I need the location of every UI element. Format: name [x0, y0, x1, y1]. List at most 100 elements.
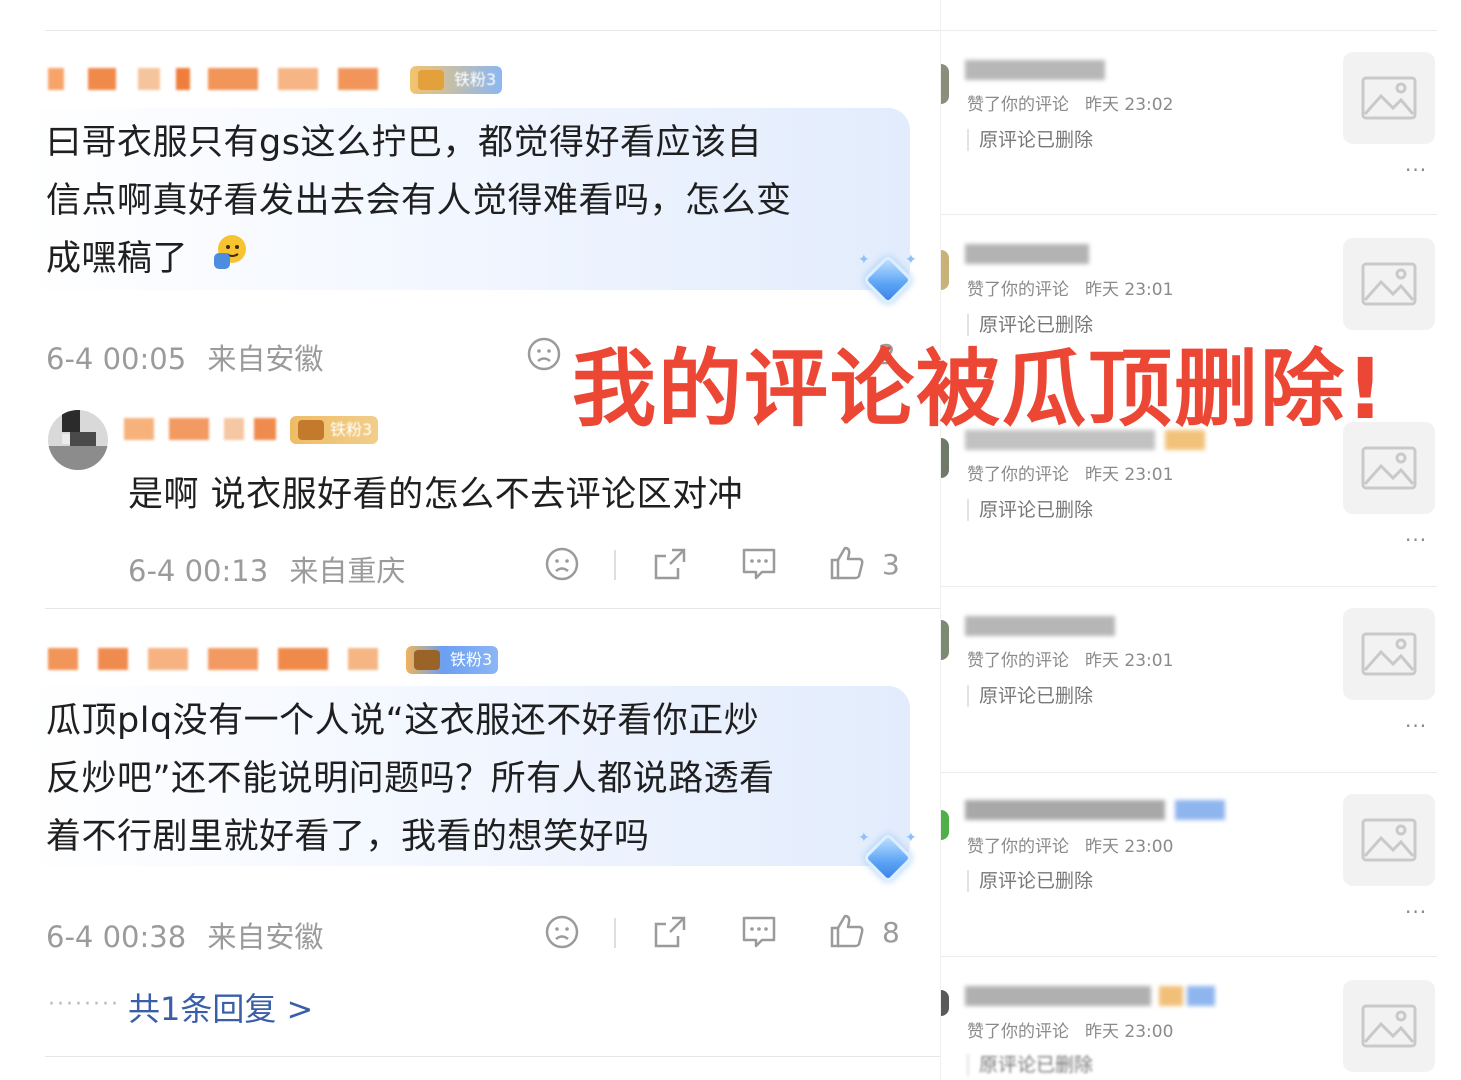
divider	[45, 1056, 940, 1057]
blurred-username[interactable]	[48, 64, 388, 94]
sparkle-icon: ✦	[858, 830, 870, 846]
comment-date: 6-4 00:38	[46, 920, 187, 954]
image-placeholder-icon	[1361, 632, 1417, 676]
more-options-icon[interactable]: ···	[1405, 714, 1427, 738]
fan-badge: 铁粉3	[406, 646, 499, 674]
image-placeholder-icon	[1361, 262, 1417, 306]
comment-meta: 6-4 00:38 来自安徽	[46, 914, 323, 956]
like-thumb-icon[interactable]	[828, 912, 866, 950]
badge-icon	[418, 70, 444, 90]
deleted-comment-quote[interactable]: 原评论已删除	[967, 685, 1093, 707]
notification-action: 赞了你的评论 昨天 23:01	[967, 275, 1173, 300]
comment-meta: 6-4 00:13 来自重庆	[128, 548, 405, 590]
notification-action: 赞了你的评论 昨天 23:02	[967, 90, 1173, 115]
notification-action: 赞了你的评论 昨天 23:00	[967, 1017, 1173, 1042]
badge-icon	[414, 650, 440, 670]
notification-action-text: 赞了你的评论	[967, 465, 1069, 485]
blurred-username[interactable]	[965, 798, 1225, 822]
notification-list-panel: 赞了你的评论 昨天 23:02 原评论已删除 ··· 赞了你的评论 昨天 23:01…	[940, 0, 1461, 1080]
share-icon[interactable]	[652, 546, 688, 582]
deleted-comment-quote[interactable]: 原评论已删除	[967, 129, 1093, 151]
comment-date: 6-4 00:05	[46, 342, 187, 376]
comment-line: 反炒吧”还不能说明问题吗？所有人都说路透看	[46, 759, 775, 799]
avatar[interactable]	[48, 410, 108, 470]
comment-location: 来自安徽	[207, 342, 324, 376]
more-options-icon[interactable]: ···	[1405, 900, 1427, 924]
divider	[941, 772, 1437, 773]
view-replies-link[interactable]: 共1条回复 >	[128, 984, 313, 1030]
blurred-username[interactable]	[965, 614, 1115, 638]
post-thumbnail[interactable]	[1343, 794, 1435, 886]
comment-line: 成嘿稿了	[46, 239, 189, 279]
dislike-face-icon[interactable]	[544, 546, 580, 582]
sparkle-icon: ✦	[905, 830, 917, 846]
notification-action-text: 赞了你的评论	[967, 837, 1069, 857]
deleted-comment-quote[interactable]: 原评论已删除	[967, 499, 1093, 521]
divider	[614, 918, 616, 948]
notification-action-text: 赞了你的评论	[967, 651, 1069, 671]
badge-label: 铁粉3	[450, 650, 493, 669]
more-options-icon[interactable]: ···	[1405, 528, 1427, 552]
divider	[45, 608, 940, 609]
avatar[interactable]	[941, 620, 949, 660]
avatar[interactable]	[941, 990, 949, 1016]
post-thumbnail[interactable]	[1343, 980, 1435, 1072]
deleted-comment-quote[interactable]: 原评论已删除	[967, 870, 1093, 892]
blurred-username[interactable]	[124, 414, 284, 444]
divider	[941, 586, 1437, 587]
notification-action: 赞了你的评论 昨天 23:00	[967, 832, 1173, 857]
notification-time: 昨天 23:02	[1085, 95, 1174, 115]
post-thumbnail[interactable]	[1343, 52, 1435, 144]
comment-text: 瓜顶plq没有一个人说“这衣服还不好看你正炒 反炒吧”还不能说明问题吗？所有人都…	[46, 692, 775, 866]
blurred-username[interactable]	[48, 644, 388, 674]
like-count: 8	[882, 916, 900, 949]
divider	[941, 956, 1437, 957]
comment-thread-panel: 铁粉3 曰哥衣服只有gs这么拧巴，都觉得好看应该自 信点啊真好看发出去会有人觉得…	[0, 0, 940, 1080]
blurred-username[interactable]	[965, 984, 1215, 1008]
more-options-icon[interactable]: ···	[1405, 158, 1427, 182]
notification-time: 昨天 23:01	[1085, 651, 1174, 671]
comment-icon[interactable]	[740, 546, 778, 582]
badge-icon	[298, 420, 324, 440]
image-placeholder-icon	[1361, 446, 1417, 490]
image-placeholder-icon	[1361, 1004, 1417, 1048]
badge-label: 铁粉3	[330, 420, 373, 439]
notification-time: 昨天 23:01	[1085, 280, 1174, 300]
blurred-username[interactable]	[965, 242, 1089, 266]
fan-badge: 铁粉3	[290, 416, 379, 444]
comment-line: 信点啊真好看发出去会有人觉得难看吗，怎么变	[46, 181, 792, 221]
like-thumb-icon[interactable]	[828, 544, 866, 582]
sparkle-icon: ✦	[858, 252, 870, 268]
comment-text: 曰哥衣服只有gs这么拧巴，都觉得好看应该自 信点啊真好看发出去会有人觉得难看吗，…	[46, 114, 792, 289]
avatar[interactable]	[941, 810, 949, 840]
image-placeholder-icon	[1361, 818, 1417, 862]
post-thumbnail[interactable]	[1343, 238, 1435, 330]
fan-badge: 铁粉3	[410, 66, 503, 94]
notification-action: 赞了你的评论 昨天 23:01	[967, 646, 1173, 671]
post-thumbnail[interactable]	[1343, 608, 1435, 700]
badge-label: 铁粉3	[454, 70, 497, 89]
comment-icon[interactable]	[740, 914, 778, 950]
comment-line: 瓜顶plq没有一个人说“这衣服还不好看你正炒	[46, 701, 760, 741]
blurred-username[interactable]	[965, 58, 1105, 82]
notification-action-text: 赞了你的评论	[967, 1022, 1069, 1042]
notification-time: 昨天 23:01	[1085, 465, 1174, 485]
avatar[interactable]	[941, 64, 949, 104]
notification-action-text: 赞了你的评论	[967, 95, 1069, 115]
comment-meta: 6-4 00:05 来自安徽	[46, 336, 323, 378]
avatar[interactable]	[941, 250, 949, 290]
overlay-caption: 我的评论被瓜顶删除!	[572, 340, 1387, 438]
deleted-comment-quote[interactable]: 原评论已删除	[967, 1054, 1093, 1076]
comment-location: 来自安徽	[207, 920, 324, 954]
dislike-face-icon[interactable]	[544, 914, 580, 950]
notification-action-text: 赞了你的评论	[967, 280, 1069, 300]
comment-location: 来自重庆	[289, 554, 406, 588]
reply-thread-line: ········	[48, 992, 120, 1017]
notification-time: 昨天 23:00	[1085, 1022, 1174, 1042]
notification-time: 昨天 23:00	[1085, 837, 1174, 857]
avatar[interactable]	[941, 438, 949, 478]
divider	[45, 30, 940, 31]
comment-date: 6-4 00:13	[128, 554, 269, 588]
share-icon[interactable]	[652, 914, 688, 950]
dislike-face-icon[interactable]	[526, 336, 562, 372]
